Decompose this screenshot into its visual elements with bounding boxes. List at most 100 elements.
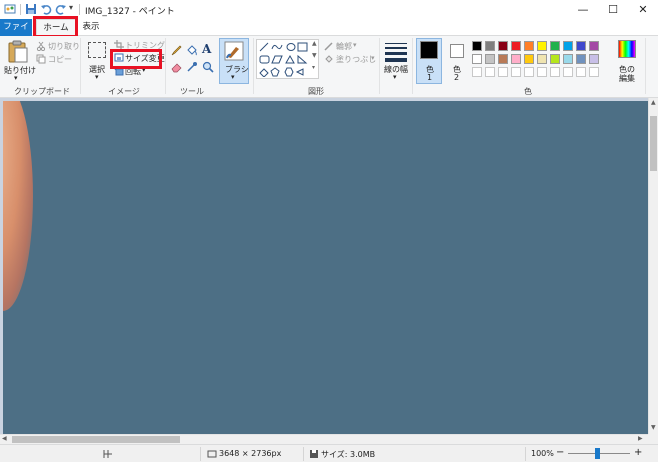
palette-swatch[interactable]	[589, 54, 599, 64]
photo-canvas[interactable]	[3, 101, 648, 434]
magnifier-icon[interactable]	[202, 61, 214, 73]
cut-button[interactable]: 切り取り	[48, 41, 80, 52]
qa-separator	[20, 4, 21, 15]
pencil-icon[interactable]	[171, 44, 183, 56]
shapes-more-icon[interactable]: ▾	[312, 64, 315, 71]
rotate-button[interactable]: 回転	[125, 66, 141, 77]
custom-color-slot[interactable]	[472, 67, 482, 77]
redo-icon[interactable]	[55, 3, 67, 15]
file-size-icon	[310, 450, 318, 458]
crop-icon[interactable]	[114, 40, 124, 50]
custom-color-slot[interactable]	[511, 67, 521, 77]
palette-swatch[interactable]	[485, 54, 495, 64]
undo-icon[interactable]	[40, 3, 52, 15]
canvas-workspace[interactable]	[0, 98, 648, 434]
fill-bucket-icon[interactable]	[186, 44, 198, 56]
color1-label-b: 1	[427, 73, 433, 82]
custom-color-slot[interactable]	[563, 67, 573, 77]
edit-colors-label-b[interactable]: 編集	[619, 73, 635, 84]
rotate-icon[interactable]	[114, 66, 124, 76]
photo-skin-region	[3, 101, 33, 311]
cut-icon[interactable]	[36, 41, 46, 51]
tab-file[interactable]: ファイル	[0, 19, 32, 48]
palette-swatch[interactable]	[537, 41, 547, 51]
palette-swatch[interactable]	[498, 54, 508, 64]
group-separator	[379, 38, 380, 94]
select-dropdown-icon[interactable]: ▾	[95, 73, 99, 81]
copy-icon[interactable]	[36, 54, 46, 64]
palette-swatch[interactable]	[498, 41, 508, 51]
scroll-left-arrow-icon[interactable]: ◀	[2, 435, 7, 443]
close-button[interactable]: ✕	[628, 0, 658, 19]
vertical-scrollbar[interactable]: ▲ ▼	[648, 98, 658, 434]
shapes-scroll-up-icon[interactable]: ▲	[312, 40, 317, 47]
palette-swatch[interactable]	[576, 41, 586, 51]
group-separator	[645, 38, 646, 94]
horizontal-scrollbar[interactable]: ◀ ▶	[0, 434, 648, 444]
custom-color-slot[interactable]	[576, 67, 586, 77]
custom-color-slot[interactable]	[524, 67, 534, 77]
resize-icon[interactable]	[114, 53, 124, 63]
zoom-out-button[interactable]: −	[556, 447, 564, 458]
color-picker-icon[interactable]	[186, 61, 198, 73]
palette-swatch[interactable]	[576, 54, 586, 64]
color2-swatch[interactable]	[450, 44, 464, 58]
eraser-icon[interactable]	[171, 61, 183, 73]
custom-color-slot[interactable]	[485, 67, 495, 77]
image-group-label: イメージ	[108, 87, 140, 96]
fill-icon[interactable]	[324, 54, 334, 64]
scroll-right-arrow-icon[interactable]: ▶	[638, 435, 643, 443]
outline-button[interactable]: 輪郭	[336, 41, 352, 52]
custom-color-slot[interactable]	[537, 67, 547, 77]
tab-view[interactable]: 表示	[80, 19, 102, 36]
palette-swatch[interactable]	[472, 41, 482, 51]
zoom-slider-thumb[interactable]	[595, 448, 600, 459]
palette-swatch[interactable]	[550, 41, 560, 51]
size-dropdown-icon[interactable]: ▾	[393, 73, 397, 81]
custom-color-slot[interactable]	[589, 67, 599, 77]
palette-swatch[interactable]	[511, 41, 521, 51]
scroll-up-arrow-icon[interactable]: ▲	[651, 99, 656, 107]
save-icon[interactable]	[25, 3, 37, 15]
brushes-dropdown-icon[interactable]: ▾	[231, 73, 235, 81]
outline-dropdown-icon[interactable]: ▾	[353, 41, 357, 49]
palette-swatch[interactable]	[537, 54, 547, 64]
paste-icon[interactable]	[7, 40, 29, 64]
minimize-button[interactable]: —	[568, 0, 598, 19]
brushes-label: ブラシ	[225, 65, 249, 74]
tab-home[interactable]: ホーム	[36, 19, 76, 36]
qa-customize-icon[interactable]: ▾	[69, 3, 73, 12]
shapes-scroll-down-icon[interactable]: ▼	[312, 52, 317, 59]
rotate-dropdown-icon[interactable]: ▾	[142, 66, 146, 74]
palette-swatch[interactable]	[485, 41, 495, 51]
paste-button[interactable]: 貼り付け	[4, 65, 36, 76]
resize-button[interactable]: サイズ変更	[125, 53, 165, 64]
paint-app-icon[interactable]	[4, 3, 16, 15]
copy-button[interactable]: コピー	[48, 54, 72, 65]
fill-dropdown-icon[interactable]: ▾	[371, 54, 375, 62]
horizontal-scroll-thumb[interactable]	[12, 436, 180, 443]
palette-swatch[interactable]	[550, 54, 560, 64]
palette-swatch[interactable]	[563, 41, 573, 51]
select-icon[interactable]	[88, 42, 106, 58]
paste-dropdown-icon[interactable]: ▾	[14, 74, 18, 82]
size-icon[interactable]	[385, 42, 407, 62]
shapes-icons[interactable]	[258, 41, 318, 77]
maximize-button[interactable]: ☐	[598, 0, 628, 19]
palette-swatch[interactable]	[589, 41, 599, 51]
scroll-down-arrow-icon[interactable]: ▼	[651, 424, 656, 432]
palette-swatch[interactable]	[563, 54, 573, 64]
text-tool-icon[interactable]: A	[202, 42, 211, 56]
vertical-scroll-thumb[interactable]	[650, 116, 657, 171]
palette-swatch[interactable]	[524, 41, 534, 51]
palette-swatch[interactable]	[472, 54, 482, 64]
custom-color-slot[interactable]	[550, 67, 560, 77]
edit-colors-icon[interactable]	[618, 40, 636, 58]
palette-swatch[interactable]	[511, 54, 521, 64]
outline-icon[interactable]	[324, 41, 334, 51]
crop-button[interactable]: トリミング	[125, 40, 165, 51]
palette-swatch[interactable]	[524, 54, 534, 64]
zoom-in-button[interactable]: +	[634, 447, 642, 458]
custom-color-slot[interactable]	[498, 67, 508, 77]
qa-separator	[79, 4, 80, 15]
